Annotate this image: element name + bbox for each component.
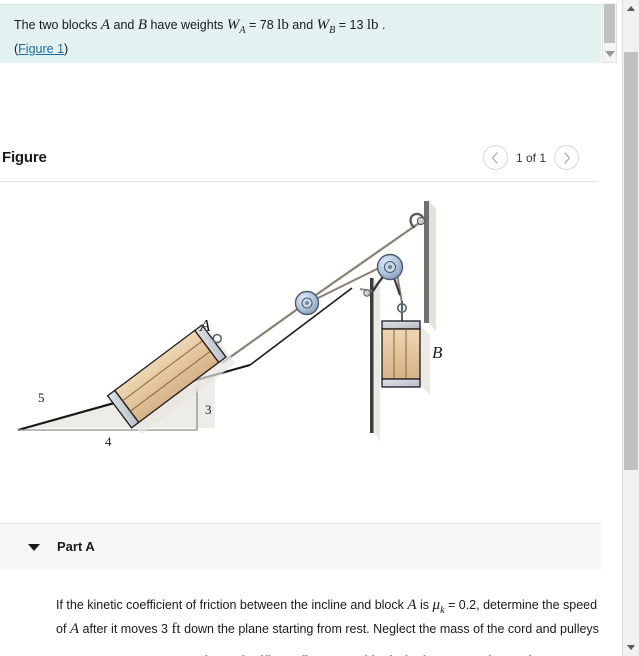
label-horizontal: 4 [105, 434, 112, 449]
wb-subscript: B [329, 25, 336, 36]
figure-image: 5 3 4 B A [0, 183, 598, 513]
weight-b-unit: lb [366, 17, 379, 33]
part-a-label: Part A [57, 539, 95, 554]
label-block-b: B [432, 343, 443, 362]
figure-next-button[interactable] [554, 145, 579, 170]
figure-divider [0, 181, 598, 182]
wb-w: W [316, 17, 330, 33]
weight-a-symbol: WA [226, 17, 246, 36]
figure-link-line: (Figure 1) [14, 40, 589, 59]
post-eyelet [363, 289, 371, 297]
page-scrollbar-thumb[interactable] [624, 52, 638, 470]
mu-subscript: k [440, 605, 445, 616]
prompt-text-1a: If the kinetic coefficient of friction b… [56, 598, 408, 612]
prompt-unit-ft: ft [171, 621, 181, 637]
wall [424, 201, 436, 331]
triangle-up-icon [627, 6, 635, 11]
prompt-text-2b: after it moves 3 [79, 622, 172, 636]
prompt-text-2c: down the plane starting from rest. Negle… [180, 622, 599, 636]
question-text-4: and [288, 18, 317, 32]
part-a-prompt-line-2: of A after it moves 3 ft down the plane … [56, 620, 601, 639]
question-text-end: . [378, 18, 386, 32]
label-block-a: A [199, 316, 211, 335]
figure-header: Figure 1 of 1 [0, 143, 601, 181]
page-scroll-down-button[interactable] [623, 639, 639, 656]
question-statement: The two blocks A and B have weights WA =… [14, 16, 589, 40]
wall-post [370, 278, 380, 441]
question-text-1: The two blocks [14, 18, 101, 32]
wa-subscript: A [239, 25, 246, 36]
weight-a-value: = 78 [245, 18, 278, 32]
part-a-header[interactable]: Part A [0, 523, 601, 570]
paren-close: ) [64, 42, 69, 56]
chevron-right-icon [563, 151, 570, 164]
page-scrollbar[interactable] [622, 0, 639, 656]
wa-w: W [226, 17, 240, 33]
part-a-prompt-line-1: If the kinetic coefficient of friction b… [56, 596, 601, 620]
weight-a-unit: lb [277, 17, 289, 33]
figure-prev-button[interactable] [482, 145, 508, 170]
question-scroll-down-button[interactable] [603, 47, 616, 60]
triangle-down-icon[interactable] [28, 544, 40, 551]
part-a-body: If the kinetic coefficient of friction b… [0, 570, 601, 656]
weight-b-symbol: WB [316, 17, 336, 36]
mu-k-symbol: μk [432, 597, 445, 616]
mu-glyph: μ [432, 597, 441, 613]
movable-pulley [294, 290, 320, 316]
triangle-down-icon [627, 645, 635, 650]
question-prompt-box: The two blocks A and B have weights WA =… [0, 4, 601, 63]
inline-var-b: B [137, 17, 147, 33]
prompt-var-a2: A [69, 621, 80, 637]
label-vertical: 3 [205, 402, 212, 417]
inline-var-a: A [100, 17, 111, 33]
figure-1-link[interactable]: Figure 1 [18, 42, 64, 56]
prompt-text-2a: of [56, 622, 70, 636]
chevron-left-icon [492, 151, 499, 164]
weight-b-value: = 13 [335, 18, 367, 32]
figure-title: Figure [2, 149, 47, 166]
label-hypotenuse: 5 [38, 390, 45, 405]
question-scrollbar[interactable] [602, 3, 617, 63]
block-b: B [381, 320, 443, 395]
question-text-2: and [110, 18, 138, 32]
prompt-text-1c: = 0.2, determine the speed [444, 598, 598, 612]
figure-navigation: 1 of 1 [482, 145, 579, 170]
block-b-hanger [396, 301, 407, 323]
prompt-var-a: A [407, 597, 417, 613]
part-a-section: Part A If the kinetic coefficient of fri… [0, 523, 601, 656]
page-root: The two blocks A and B have weights WA =… [0, 0, 639, 656]
prompt-text-1b: is [416, 598, 433, 612]
figure-counter: 1 of 1 [515, 150, 546, 165]
question-text-3: have weights [147, 18, 227, 32]
page-scroll-up-button[interactable] [623, 0, 639, 17]
figure-diagram: 5 3 4 B A [17, 201, 443, 449]
triangle-down-icon [604, 50, 615, 57]
question-scrollbar-thumb[interactable] [604, 4, 615, 43]
